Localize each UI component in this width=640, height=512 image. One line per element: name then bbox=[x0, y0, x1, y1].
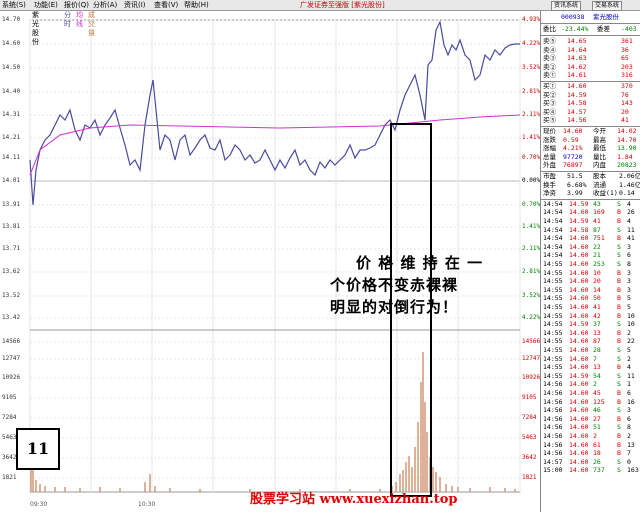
right-tick-label: 2.11% bbox=[522, 111, 541, 118]
time-label-1030: 10:30 bbox=[138, 501, 156, 508]
right-tick-label: 5463 bbox=[522, 434, 537, 441]
tick-side: S bbox=[617, 466, 621, 475]
right-tick-label: 0.70% bbox=[522, 201, 541, 208]
right-tick-label: 4.22% bbox=[522, 314, 541, 321]
buy-row: 买⑤ 14.56 41 bbox=[543, 116, 639, 125]
left-tick-label: 13.81 bbox=[2, 223, 21, 230]
book-price: 14.61 bbox=[567, 71, 587, 80]
right-tick-label: 1.41% bbox=[522, 223, 541, 230]
quote-value: 20823 bbox=[617, 161, 637, 170]
right-tick-label: 3.52% bbox=[522, 64, 541, 71]
annotation-line-2: 个价格不变赤裸裸 bbox=[330, 276, 459, 294]
left-tick-label: 7284 bbox=[2, 414, 17, 421]
quote-panel: 000938 紫光股份 委比 -23.44% 委差 -403 卖⑤ 14.65 36… bbox=[540, 11, 640, 512]
right-tick-label: 4.93% bbox=[522, 16, 541, 23]
left-tick-label: 13.42 bbox=[2, 314, 21, 321]
left-tick-label: 14.31 bbox=[2, 111, 21, 118]
right-tick-label: 3.52% bbox=[522, 292, 541, 299]
left-tick-label: 13.91 bbox=[2, 201, 21, 208]
right-tick-label: 2.11% bbox=[522, 245, 541, 252]
annotation-line-3: 明显的对倒行为！ bbox=[330, 298, 459, 316]
right-tick-label: 0.70% bbox=[522, 154, 541, 161]
left-tick-label: 13.62 bbox=[2, 268, 21, 275]
tick-volume: 737 bbox=[593, 466, 605, 475]
book-price: 14.56 bbox=[567, 116, 587, 125]
book-label: 卖① bbox=[543, 71, 556, 80]
tick-time: 15:00 bbox=[543, 466, 563, 475]
left-tick-label: 13.71 bbox=[2, 245, 21, 252]
right-tick-label: 0.00% bbox=[522, 177, 541, 184]
fund-label: 净资 bbox=[543, 189, 556, 198]
order-ratio-row: 委比 -23.44% 委差 -403 bbox=[543, 25, 637, 33]
book-volume: 316 bbox=[621, 71, 633, 80]
left-tick-label: 1821 bbox=[2, 474, 17, 481]
trade-system-button[interactable]: 交易系统 bbox=[592, 1, 623, 11]
fund-row: 净资 3.99 收益(1) 0.14 bbox=[543, 189, 639, 198]
tick-count: 163 bbox=[627, 466, 639, 475]
left-tick-label: 5463 bbox=[2, 434, 17, 441]
right-tick-label: 14566 bbox=[522, 338, 541, 345]
right-tick-label: 2.81% bbox=[522, 88, 541, 95]
right-tick-label: 3642 bbox=[522, 454, 537, 461]
left-tick-label: 14.11 bbox=[2, 154, 21, 161]
left-tick-label: 14.50 bbox=[2, 64, 21, 71]
left-tick-label: 14566 bbox=[2, 338, 21, 345]
page-number-badge: 11 bbox=[16, 428, 60, 470]
stock-code: 000938 bbox=[561, 13, 585, 21]
left-tick-label: 14.60 bbox=[2, 40, 21, 47]
right-tick-label: 12747 bbox=[522, 355, 541, 362]
fund-label: 收益(1) bbox=[593, 189, 618, 198]
fund-value: 3.99 bbox=[567, 189, 583, 198]
book-volume: 41 bbox=[621, 116, 629, 125]
quote-label: 外盘 bbox=[543, 161, 556, 170]
quote-label: 内盘 bbox=[593, 161, 606, 170]
left-tick-label: 12747 bbox=[2, 355, 21, 362]
fund-value: 0.14 bbox=[619, 189, 635, 198]
left-tick-label: 13.52 bbox=[2, 292, 21, 299]
sell-row: 卖① 14.61 316 bbox=[543, 71, 639, 80]
stock-title: 000938 紫光股份 bbox=[543, 13, 639, 22]
right-tick-label: 1.41% bbox=[522, 134, 541, 141]
watermark: 股票学习站 www.xuexizhan.top bbox=[250, 492, 458, 507]
left-tick-label: 14.01 bbox=[2, 177, 21, 184]
right-tick-label: 2.81% bbox=[522, 268, 541, 275]
annotation-line-1: 价 格 维 持 在 一 bbox=[356, 254, 484, 272]
info-system-button[interactable]: 资讯系统 bbox=[551, 1, 582, 11]
left-tick-label: 10926 bbox=[2, 374, 21, 381]
right-tick-label: 9105 bbox=[522, 394, 537, 401]
left-tick-label: 3642 bbox=[2, 454, 17, 461]
tick-row: 15:00 14.60 737 S 163 bbox=[543, 466, 639, 475]
right-tick-label: 7284 bbox=[522, 414, 537, 421]
stock-name: 紫光股份 bbox=[593, 13, 619, 21]
right-tick-label: 10926 bbox=[522, 374, 541, 381]
right-tick-label: 1821 bbox=[522, 474, 537, 481]
quote-row: 外盘 76897 内盘 20823 bbox=[543, 161, 639, 170]
intraday-chart bbox=[29, 19, 521, 493]
left-tick-label: 14.70 bbox=[2, 16, 21, 23]
time-label-open: 09:30 bbox=[30, 501, 48, 508]
book-label: 买⑤ bbox=[543, 116, 556, 125]
left-tick-label: 9105 bbox=[2, 394, 17, 401]
quote-value: 76897 bbox=[563, 161, 583, 170]
left-tick-label: 14.40 bbox=[2, 88, 21, 95]
right-tick-label: 4.22% bbox=[522, 40, 541, 47]
tick-price: 14.60 bbox=[569, 466, 589, 475]
left-tick-label: 14.21 bbox=[2, 134, 21, 141]
